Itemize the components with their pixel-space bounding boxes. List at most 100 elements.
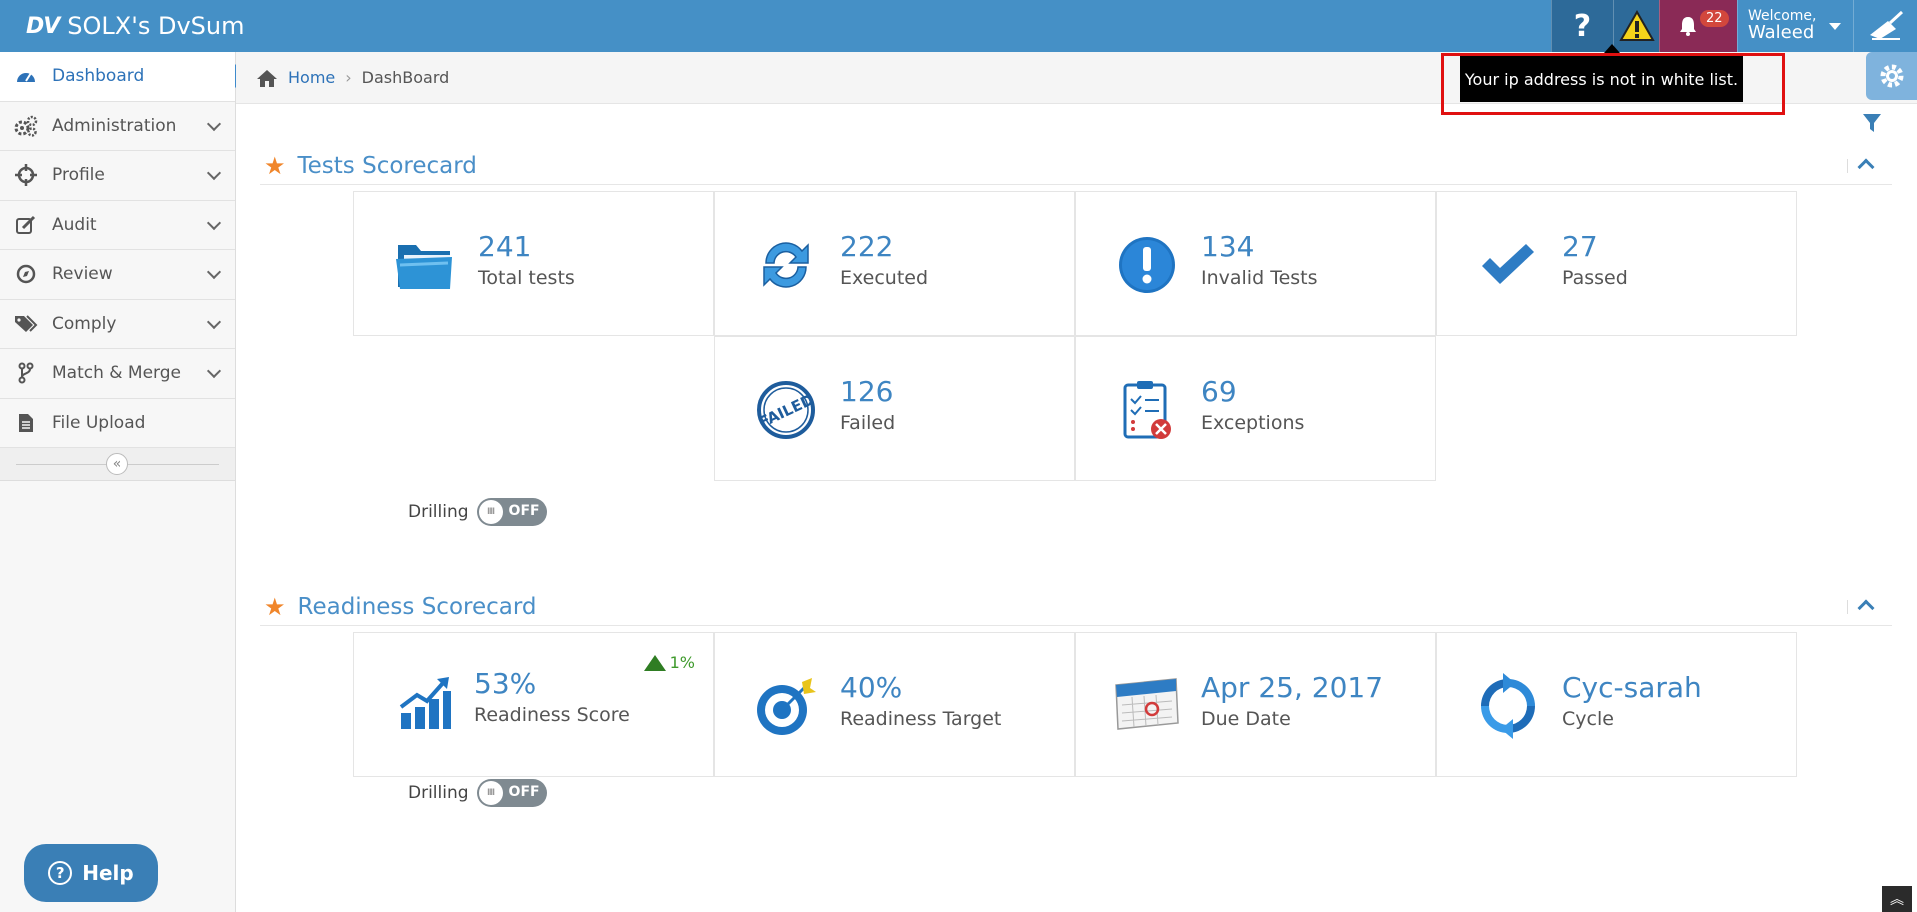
section-title: Readiness Scorecard — [297, 593, 537, 620]
help-widget-button[interactable]: ? Help — [24, 844, 158, 902]
tests-drilling-control: Drilling III OFF — [408, 498, 547, 526]
breadcrumb-home-link[interactable]: Home — [288, 68, 335, 87]
drilling-toggle[interactable]: III OFF — [476, 498, 547, 526]
edit-icon — [14, 213, 38, 237]
card-value: 53% — [474, 667, 537, 700]
sidebar-item-review[interactable]: Review — [0, 250, 235, 300]
trend-up-icon — [643, 654, 666, 671]
drilling-toggle[interactable]: III OFF — [476, 779, 547, 807]
brand[interactable]: DV SOLX's DvSum — [26, 8, 244, 44]
chevron-down-icon — [206, 165, 222, 181]
filter-icon[interactable] — [1862, 112, 1882, 134]
toggle-knob: III — [478, 500, 503, 524]
sidebar-item-administration[interactable]: Administration — [0, 102, 235, 151]
sidebar-item-match-merge[interactable]: Match & Merge — [0, 349, 235, 399]
section-title: Tests Scorecard — [297, 152, 477, 179]
sidebar-item-audit[interactable]: Audit — [0, 201, 235, 250]
divider — [1847, 600, 1848, 614]
chevron-down-icon — [206, 264, 222, 280]
user-menu[interactable]: Welcome, Waleed — [1737, 0, 1853, 52]
notification-badge: 22 — [1700, 10, 1729, 27]
card-value: 27 — [1562, 230, 1598, 263]
sidebar-item-label: Review — [52, 264, 113, 285]
tools-button[interactable] — [1853, 0, 1917, 52]
toggle-state: OFF — [508, 784, 540, 800]
target-icon — [753, 675, 819, 741]
card-label: Readiness Score — [474, 704, 630, 726]
tooltip-arrow — [1604, 44, 1620, 53]
gears-icon — [14, 114, 38, 138]
fork-icon — [14, 361, 38, 385]
card-label: Total tests — [478, 267, 575, 289]
tests-scorecard-header[interactable]: ★ Tests Scorecard — [260, 147, 1892, 185]
breadcrumb-current: DashBoard — [361, 68, 450, 87]
chevron-up-icon[interactable] — [1857, 158, 1875, 176]
card-value: 40% — [840, 671, 903, 704]
question-icon: ? — [1573, 8, 1592, 44]
scorecard-total-tests[interactable]: 241 Total tests — [353, 191, 714, 336]
card-value: Apr 25, 2017 — [1201, 671, 1384, 704]
chevron-down-icon — [206, 215, 222, 230]
sidebar-item-label: Comply — [52, 313, 117, 334]
collapse-sidebar-button[interactable]: « — [106, 453, 128, 475]
tags-icon — [14, 312, 38, 336]
checkmark-icon — [1475, 232, 1541, 298]
readiness-scorecard-header[interactable]: ★ Readiness Scorecard — [260, 588, 1892, 626]
brand-logo: DV — [26, 13, 60, 39]
divider — [1847, 159, 1848, 173]
folder-icon — [392, 232, 458, 298]
readiness-drilling-control: Drilling III OFF — [408, 779, 547, 807]
eraser-pencil-icon — [1869, 10, 1903, 40]
sidebar-item-label: Match & Merge — [52, 363, 182, 384]
sidebar-item-label: File Upload — [52, 412, 146, 433]
welcome-text: Welcome, Waleed — [1748, 9, 1817, 43]
clipboard-error-icon — [1114, 377, 1180, 443]
crosshair-icon — [14, 163, 38, 187]
scorecard-passed[interactable]: 27 Passed — [1436, 191, 1797, 336]
caret-down-icon — [1828, 22, 1841, 30]
star-icon[interactable]: ★ — [264, 593, 286, 621]
scorecard-readiness-score[interactable]: 53% Readiness Score 1% — [353, 632, 714, 777]
sidebar-item-label: Administration — [52, 115, 177, 136]
scroll-to-top-button[interactable]: ︽ — [1882, 886, 1912, 912]
sidebar-item-dashboard[interactable]: Dashboard — [0, 52, 247, 102]
top-navbar: DV SOLX's DvSum ? 22 Welcome, Waleed — [0, 0, 1917, 52]
scorecard-readiness-target[interactable]: 40% Readiness Target — [714, 632, 1075, 777]
home-icon[interactable] — [256, 68, 278, 88]
card-label: Passed — [1562, 267, 1628, 289]
card-label: Readiness Target — [840, 708, 1002, 730]
card-label: Exceptions — [1201, 412, 1305, 434]
sidebar-item-profile[interactable]: Profile — [0, 151, 235, 201]
scorecard-executed[interactable]: 222 Executed — [714, 191, 1075, 336]
trend-indicator: 1% — [643, 653, 695, 672]
scorecard-due-date[interactable]: Apr 25, 2017 Due Date — [1075, 632, 1436, 777]
file-icon — [14, 411, 38, 435]
chevron-down-icon — [206, 363, 222, 379]
ip-warning-tooltip: Your ip address is not in white list. — [1460, 56, 1743, 102]
dashboard-icon — [14, 64, 38, 88]
notifications-button[interactable]: 22 — [1659, 0, 1737, 52]
card-label: Executed — [840, 267, 929, 289]
sidebar-item-label: Dashboard — [52, 66, 145, 87]
sidebar-item-file-upload[interactable]: File Upload — [0, 399, 235, 448]
scorecard-cycle[interactable]: Cyc-sarah Cycle — [1436, 632, 1797, 777]
scorecard-failed[interactable]: FAILED 126 Failed — [714, 336, 1075, 481]
sidebar-item-comply[interactable]: Comply — [0, 300, 235, 349]
card-value: 126 — [840, 375, 894, 408]
toggle-state: OFF — [508, 503, 540, 519]
toggle-knob: III — [478, 781, 503, 805]
star-icon[interactable]: ★ — [264, 152, 286, 180]
scorecard-exceptions[interactable]: 69 Exceptions — [1075, 336, 1436, 481]
refresh-icon — [753, 232, 819, 298]
chevron-up-icon[interactable] — [1857, 599, 1875, 617]
trend-value: 1% — [669, 653, 695, 672]
settings-button[interactable] — [1866, 52, 1917, 100]
cycle-icon — [1475, 673, 1541, 739]
chevron-right-icon: › — [345, 68, 352, 87]
failed-stamp-icon: FAILED — [753, 377, 819, 443]
scorecard-invalid-tests[interactable]: 134 Invalid Tests — [1075, 191, 1436, 336]
card-value: 222 — [840, 230, 894, 263]
card-value: 69 — [1201, 375, 1237, 408]
chevron-down-icon — [206, 314, 222, 329]
sidebar-collapse-row: « — [0, 448, 235, 481]
